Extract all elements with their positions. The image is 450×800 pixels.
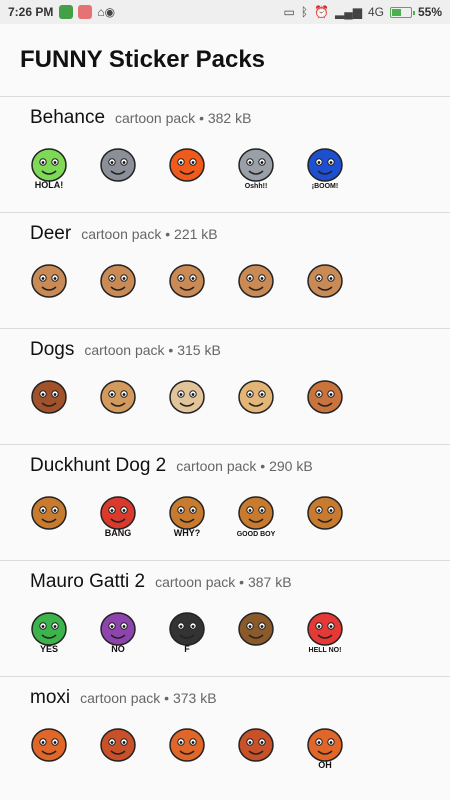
sticker-pack-row[interactable]: moxi cartoon pack • 373 kB OH <box>0 676 450 792</box>
deer-face-4-sticker <box>238 264 274 298</box>
pack-name: Dogs <box>30 339 75 360</box>
pack-name: Mauro Gatti 2 <box>30 571 146 592</box>
bluetooth-icon: ᛒ <box>300 5 309 19</box>
sticker-caption: HELL NO! <box>309 647 342 654</box>
pack-meta: cartoon pack • 382 kB <box>115 110 252 126</box>
duckhunt-why-sticker: WHY? <box>169 496 205 538</box>
pack-meta: cartoon pack • 221 kB <box>81 226 218 242</box>
status-time: 7:26 PM <box>8 5 54 19</box>
sticker-caption: Oshh!! <box>245 183 268 190</box>
duckhunt-goodboy-sticker: GOOD BOY <box>237 496 276 538</box>
sticker-preview-strip: HOLA! Oshh!! ¡BOOM! <box>24 141 350 191</box>
deer-face-5-sticker <box>307 264 343 298</box>
sticker-caption: NO <box>111 644 125 654</box>
sticker-preview-strip: BANG WHY? GOOD BOY <box>24 489 350 539</box>
boom-sticker: ¡BOOM! <box>307 148 343 190</box>
pack-meta: cartoon pack • 290 kB <box>176 458 313 474</box>
signal-icon: ▂▄▆ <box>334 5 362 19</box>
sticker-caption: HOLA! <box>35 180 64 190</box>
cat-oshh-sticker: Oshh!! <box>238 148 274 190</box>
sticker-preview-strip: YES NO F HELL NO! <box>24 605 350 655</box>
sticker-caption: GOOD BOY <box>237 531 276 538</box>
duckhunt-bang-sticker: BANG <box>100 496 136 538</box>
notification-calendar-icon <box>78 5 93 19</box>
sticker-pack-row[interactable]: Behance cartoon pack • 382 kB HOLA! Oshh!! ¡… <box>0 96 450 212</box>
sticker-caption: ¡BOOM! <box>312 183 338 190</box>
sticker-caption: YES <box>40 644 58 654</box>
pack-header: Duckhunt Dog 2 cartoon pack • 290 kB <box>30 455 450 477</box>
android-icon: ◉ <box>104 5 116 19</box>
duckhunt-salute-sticker <box>307 496 343 530</box>
fox-jumping-sticker <box>238 728 274 762</box>
pack-name: Duckhunt Dog 2 <box>30 455 167 476</box>
bloodhound-sticker <box>31 380 67 414</box>
beagle-sunglasses-sticker <box>100 380 136 414</box>
notification-s-icon <box>59 5 74 19</box>
vibrate-icon: ▭ <box>283 5 295 19</box>
pack-header: Deer cartoon pack • 221 kB <box>30 223 450 245</box>
sticker-caption: OH <box>318 760 332 770</box>
pack-meta: cartoon pack • 387 kB <box>155 574 292 590</box>
sticker-pack-row[interactable]: Dogs cartoon pack • 315 kB <box>0 328 450 444</box>
pack-name: Behance <box>30 107 106 128</box>
duckhunt-grass-sticker <box>31 496 67 530</box>
alien-hola-sticker: HOLA! <box>31 148 67 190</box>
deer-face-1-sticker <box>31 264 67 298</box>
flame-sticker <box>169 148 205 182</box>
pack-header: Dogs cartoon pack • 315 kB <box>30 339 450 361</box>
page-title: FUNNY Sticker Packs <box>20 46 266 73</box>
deer-face-2-sticker <box>100 264 136 298</box>
home-icon: ⌂ <box>97 5 105 19</box>
pack-name: moxi <box>30 687 71 708</box>
sticker-preview-strip: OH <box>24 721 350 771</box>
battery-icon <box>389 6 415 18</box>
deer-face-3-sticker <box>169 264 205 298</box>
pug-sticker <box>169 380 205 414</box>
sticker-pack-row[interactable]: Mauro Gatti 2 cartoon pack • 387 kB YES NO F… <box>0 560 450 676</box>
status-bar: 7:26 PM ⌂ ◉ ▭ ᛒ ⏰ ▂▄▆ 4G 55% <box>0 0 450 24</box>
sticker-preview-strip <box>24 257 350 307</box>
sticker-caption: BANG <box>105 528 132 538</box>
alarm-icon: ⏰ <box>314 5 329 19</box>
no-letters-sticker: NO <box>100 612 136 654</box>
fox-oh-sticker: OH <box>307 728 343 770</box>
sticker-pack-list: Behance cartoon pack • 382 kB HOLA! Oshh!! ¡… <box>0 96 450 792</box>
battery-percent: 55% <box>417 5 442 19</box>
fox-running-sticker <box>169 728 205 762</box>
yes-letters-sticker: YES <box>31 612 67 654</box>
fox-sitting-sticker <box>31 728 67 762</box>
sticker-pack-row[interactable]: Duckhunt Dog 2 cartoon pack • 290 kB BANG W… <box>0 444 450 560</box>
pack-header: Mauro Gatti 2 cartoon pack • 387 kB <box>30 571 450 593</box>
beagle-glasses-sticker <box>307 380 343 414</box>
poop-sticker <box>238 612 274 646</box>
pack-meta: cartoon pack • 315 kB <box>84 342 221 358</box>
pack-header: moxi cartoon pack • 373 kB <box>30 687 450 709</box>
fox-waving-sticker <box>100 728 136 762</box>
wolf-tongue-sticker <box>100 148 136 182</box>
sticker-pack-row[interactable]: Deer cartoon pack • 221 kB <box>0 212 450 328</box>
pack-meta: cartoon pack • 373 kB <box>80 690 217 706</box>
pack-name: Deer <box>30 223 72 244</box>
hell-no-cat-sticker: HELL NO! <box>307 612 343 654</box>
sticker-caption: F <box>184 644 190 654</box>
sticker-caption: WHY? <box>174 528 201 538</box>
bomb-sticker: F <box>169 612 205 654</box>
pack-header: Behance cartoon pack • 382 kB <box>30 107 450 129</box>
sticker-preview-strip <box>24 373 350 423</box>
network-type: 4G <box>367 5 384 19</box>
labrador-sticker <box>238 380 274 414</box>
